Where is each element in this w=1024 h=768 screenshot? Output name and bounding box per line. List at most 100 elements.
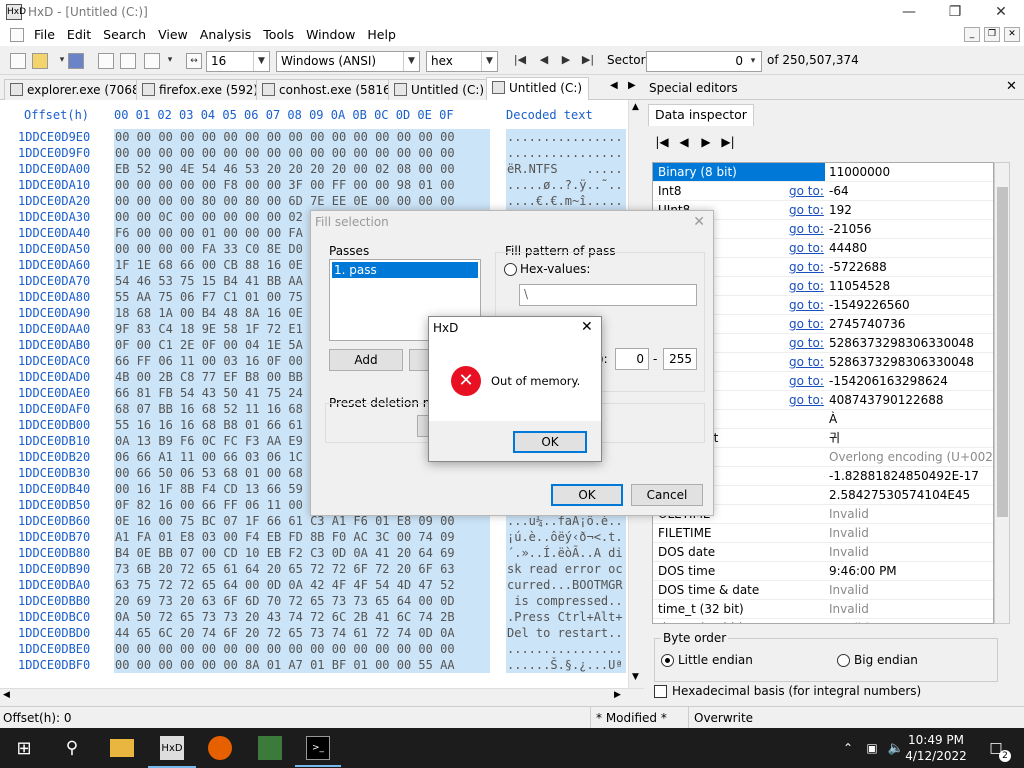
save-all-icon[interactable] <box>98 53 114 69</box>
print-icon[interactable] <box>120 53 136 69</box>
row-hex-bytes[interactable]: A1 FA 01 E8 03 00 F4 EB FD 8B F0 AC 3C 0… <box>114 529 490 545</box>
row-decoded-text[interactable]: ................ <box>506 145 626 161</box>
inspector-row-value[interactable]: 5286373298306330048 <box>829 334 974 352</box>
new-file-icon[interactable] <box>10 53 26 69</box>
inspector-row-value[interactable]: 귀 <box>829 429 840 447</box>
little-endian-radio[interactable] <box>661 654 674 667</box>
menu-search[interactable]: Search <box>97 24 152 46</box>
inspector-row[interactable]: DOS date Invalid <box>653 543 993 562</box>
open-folder-icon[interactable] <box>32 53 48 69</box>
close-button[interactable]: ✕ <box>978 0 1024 24</box>
mdi-restore-button[interactable]: ❐ <box>984 27 1000 42</box>
goto-link[interactable]: go to: <box>789 277 824 295</box>
close-icon[interactable]: ✕ <box>581 319 593 335</box>
tab-untitled-c-1[interactable]: Untitled (C:) <box>388 79 492 100</box>
chevron-up-icon[interactable]: ⌃ <box>836 736 860 760</box>
inspector-row[interactable]: DOS time 9:46:00 PM <box>653 562 993 581</box>
export-dropdown-icon[interactable]: ▾ <box>162 53 178 69</box>
inspector-row-value[interactable]: 11000000 <box>829 163 890 181</box>
row-decoded-text[interactable]: Del to restart.. <box>506 625 626 641</box>
hxd-taskbar-icon[interactable]: HxD <box>148 736 196 768</box>
firefox-icon[interactable] <box>208 736 232 760</box>
row-hex-bytes[interactable]: 0A 50 72 65 73 73 20 43 74 72 6C 2B 41 6… <box>114 609 490 625</box>
inspector-row-value[interactable]: Invalid <box>829 524 869 542</box>
scroll-left-icon[interactable]: ◀ <box>3 690 10 700</box>
row-hex-bytes[interactable]: 63 75 72 72 65 64 00 0D 0A 42 4F 4F 54 4… <box>114 577 490 593</box>
menu-file[interactable]: File <box>28 24 61 46</box>
menu-window[interactable]: Window <box>300 24 361 46</box>
inspector-row-value[interactable]: -64 <box>829 182 849 200</box>
file-explorer-icon[interactable] <box>110 739 134 757</box>
goto-link[interactable]: go to: <box>789 201 824 219</box>
first-icon[interactable]: |◀ <box>654 134 670 150</box>
inspector-row-value[interactable]: -154206163298624 <box>829 372 948 390</box>
row-hex-bytes[interactable]: EB 52 90 4E 54 46 53 20 20 20 20 00 02 0… <box>114 161 490 177</box>
prev-sector-icon[interactable]: ◀ <box>536 53 552 69</box>
last-sector-icon[interactable]: ▶| <box>580 53 596 69</box>
inspector-row-value[interactable]: 44480 <box>829 239 867 257</box>
row-decoded-text[interactable]: is compressed.. <box>506 593 626 609</box>
hex-values-input[interactable]: \ <box>519 284 697 306</box>
maximize-button[interactable]: ❐ <box>932 0 978 24</box>
mdi-close-button[interactable]: ✕ <box>1004 27 1020 42</box>
clock[interactable]: 10:49 PM 4/12/2022 <box>904 732 968 764</box>
inspector-row-value[interactable]: Invalid <box>829 505 869 523</box>
error-ok-button[interactable]: OK <box>513 431 587 453</box>
charset-select[interactable]: Windows (ANSI) ▼ <box>276 51 420 72</box>
goto-link[interactable]: go to: <box>789 315 824 333</box>
task-manager-icon[interactable] <box>258 736 282 760</box>
goto-link[interactable]: go to: <box>789 372 824 390</box>
row-decoded-text[interactable]: sk read error oc <box>506 561 626 577</box>
goto-link[interactable]: go to: <box>789 239 824 257</box>
inspector-row-value[interactable]: 2.58427530574104E45 <box>829 486 970 504</box>
ok-button[interactable]: OK <box>551 484 623 506</box>
row-decoded-text[interactable]: curred...BOOTMGR <box>506 577 626 593</box>
remove-pass-button[interactable] <box>409 349 429 371</box>
goto-link[interactable]: go to: <box>789 258 824 276</box>
row-hex-bytes[interactable]: 00 00 00 00 80 00 80 00 6D 7E EE 0E 00 0… <box>114 193 490 209</box>
big-endian-radio[interactable] <box>837 654 850 667</box>
sector-input[interactable]: 0 ▾ <box>646 51 762 72</box>
inspector-row-value[interactable]: Invalid <box>829 600 869 618</box>
add-pass-button[interactable]: Add <box>329 349 403 371</box>
mdi-minimize-button[interactable]: _ <box>964 27 980 42</box>
inspector-row[interactable]: Binary (8 bit) 11000000 <box>653 163 993 182</box>
goto-link[interactable]: go to: <box>789 220 824 238</box>
next-sector-icon[interactable]: ▶ <box>558 53 574 69</box>
notifications-icon[interactable]: □ 2 <box>984 736 1011 762</box>
close-icon[interactable]: ✕ <box>1006 79 1017 94</box>
row-hex-bytes[interactable]: 44 65 6C 20 74 6F 20 72 65 73 74 61 72 7… <box>114 625 490 641</box>
menu-help[interactable]: Help <box>361 24 402 46</box>
bytes-per-row-select[interactable]: 16 ▼ <box>206 51 270 72</box>
next-icon[interactable]: ▶ <box>698 134 714 150</box>
inspector-row-value[interactable]: 192 <box>829 201 852 219</box>
goto-link[interactable]: go to: <box>789 334 824 352</box>
row-decoded-text[interactable]: ................ <box>506 641 626 657</box>
row-decoded-text[interactable]: .....ø..?.ÿ..˜.. <box>506 177 626 193</box>
scroll-down-icon[interactable]: ▼ <box>632 672 639 682</box>
first-sector-icon[interactable]: |◀ <box>512 53 528 69</box>
inspector-row[interactable]: time_t (32 bit) Invalid <box>653 600 993 619</box>
inspector-row-value[interactable]: 9:46:00 PM <box>829 562 897 580</box>
inspector-scrollbar[interactable] <box>994 162 1010 624</box>
minimize-button[interactable]: — <box>886 0 932 24</box>
network-icon[interactable]: ▣ <box>860 736 884 760</box>
inspector-row-value[interactable]: -5722688 <box>829 258 887 276</box>
menu-edit[interactable]: Edit <box>61 24 97 46</box>
tab-explorer[interactable]: explorer.exe (7068) <box>4 79 152 100</box>
display-mode-select[interactable]: hex ▼ <box>426 51 498 72</box>
save-icon[interactable] <box>68 53 84 69</box>
windows-start-icon[interactable]: ⊞ <box>12 736 36 760</box>
row-hex-bytes[interactable]: B4 0E BB 07 00 CD 10 EB F2 C3 0D 0A 41 2… <box>114 545 490 561</box>
inspector-row[interactable]: Int8 go to: -64 <box>653 182 993 201</box>
inspector-row-value[interactable]: Invalid <box>829 619 869 623</box>
prev-icon[interactable]: ◀ <box>676 134 692 150</box>
inspector-row[interactable]: DOS time & date Invalid <box>653 581 993 600</box>
inspector-row-value[interactable]: 5286373298306330048 <box>829 353 974 371</box>
close-icon[interactable]: ✕ <box>693 214 705 230</box>
inspector-row-value[interactable]: -1.82881824850492E-17 <box>829 467 979 485</box>
goto-link[interactable]: go to: <box>789 182 824 200</box>
row-hex-bytes[interactable]: 20 69 73 20 63 6F 6D 70 72 65 73 73 65 6… <box>114 593 490 609</box>
scroll-up-icon[interactable]: ▲ <box>632 102 639 112</box>
range-to-input[interactable]: 255 <box>663 348 697 370</box>
